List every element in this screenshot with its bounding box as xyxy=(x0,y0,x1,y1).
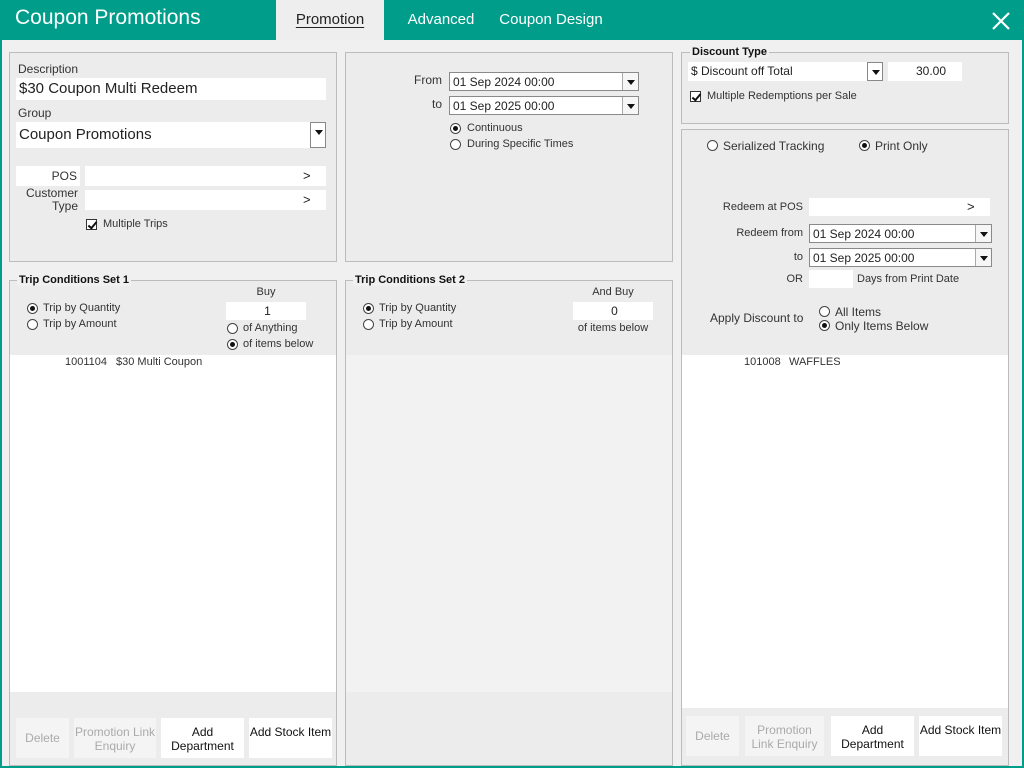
close-icon[interactable] xyxy=(990,10,1012,32)
to-label: to xyxy=(431,97,442,111)
delete-button[interactable]: Delete xyxy=(686,716,739,756)
specific-times-radio[interactable] xyxy=(450,139,461,150)
customer-type-label: Customer Type xyxy=(25,186,78,213)
or-label: OR xyxy=(786,273,804,285)
description-label: Description xyxy=(18,62,79,76)
multiple-redemptions-checkbox[interactable] xyxy=(690,91,701,102)
pos-selector[interactable]: > xyxy=(85,166,326,186)
item-name: $30 Multi Coupon xyxy=(116,356,203,368)
description-input[interactable]: $30 Coupon Multi Redeem xyxy=(16,78,326,100)
add-department-button[interactable]: Add Department xyxy=(161,718,244,758)
serialized-tracking-radio[interactable] xyxy=(707,140,718,151)
trip-conditions-2-title: Trip Conditions Set 2 xyxy=(353,274,468,286)
list-item[interactable]: 1001104 $30 Multi Coupon xyxy=(10,355,336,371)
chevron-down-icon[interactable] xyxy=(310,122,326,148)
days-input[interactable] xyxy=(809,270,853,288)
discount-amount-input[interactable]: 30.00 xyxy=(888,62,962,81)
redeem-from-label: Redeem from xyxy=(736,227,803,239)
chevron-down-icon[interactable] xyxy=(975,225,991,242)
from-date-value: 01 Sep 2024 00:00 xyxy=(453,75,555,89)
redeem-pos-label: Redeem at POS xyxy=(722,201,803,213)
group-select[interactable]: Coupon Promotions xyxy=(16,122,326,148)
arrow-right-icon[interactable]: > xyxy=(303,166,311,186)
multiple-redemptions-label: Multiple Redemptions per Sale xyxy=(707,90,857,102)
trip-by-amount-radio[interactable] xyxy=(363,319,374,330)
print-only-label: Print Only xyxy=(875,139,928,153)
item-name: WAFFLES xyxy=(789,356,841,368)
trip-by-quantity-radio[interactable] xyxy=(27,303,38,314)
buy-label: Buy xyxy=(256,286,276,298)
of-items-below-label: of items below xyxy=(243,338,314,350)
add-stock-item-button[interactable]: Add Stock Item xyxy=(919,716,1002,756)
chevron-down-icon[interactable] xyxy=(622,73,638,90)
and-buy-label: And Buy xyxy=(592,286,634,298)
discount-type-title: Discount Type xyxy=(690,46,769,58)
all-items-label: All Items xyxy=(835,305,882,319)
delete-button[interactable]: Delete xyxy=(16,718,69,758)
specific-times-label: During Specific Times xyxy=(467,138,574,150)
only-items-below-radio[interactable] xyxy=(819,320,830,331)
from-label: From xyxy=(414,73,442,87)
redeem-pos-selector[interactable]: > xyxy=(809,198,990,216)
of-anything-radio[interactable] xyxy=(227,323,238,334)
apply-discount-label: Apply Discount to xyxy=(710,311,804,325)
redeem-items-list[interactable]: 101008 WAFFLES xyxy=(682,355,1008,708)
multiple-trips-checkbox[interactable] xyxy=(86,219,97,230)
redeem-from-value: 01 Sep 2024 00:00 xyxy=(813,227,915,241)
serialized-tracking-label: Serialized Tracking xyxy=(723,139,825,153)
add-department-button[interactable]: Add Department xyxy=(831,716,914,756)
trip-by-quantity-label: Trip by Quantity xyxy=(43,302,121,314)
chevron-down-icon[interactable] xyxy=(975,249,991,266)
arrow-right-icon[interactable]: > xyxy=(967,198,975,216)
trip-conditions-1-title: Trip Conditions Set 1 xyxy=(17,274,132,286)
group-label: Group xyxy=(18,106,52,120)
multiple-trips-label: Multiple Trips xyxy=(103,218,168,230)
pos-label-box: POS xyxy=(16,166,80,186)
and-buy-quantity-input[interactable]: 0 xyxy=(573,302,653,320)
discount-type-select[interactable]: $ Discount off Total xyxy=(688,62,883,81)
print-only-radio[interactable] xyxy=(859,140,870,151)
chevron-down-icon[interactable] xyxy=(867,62,883,81)
promotion-link-enquiry-button[interactable]: Promotion Link Enquiry xyxy=(74,718,156,758)
trip-by-amount-label: Trip by Amount xyxy=(379,318,453,330)
only-items-below-label: Only Items Below xyxy=(835,319,929,333)
arrow-right-icon[interactable]: > xyxy=(303,190,311,210)
days-label: Days from Print Date xyxy=(857,273,960,285)
buy-quantity-input[interactable]: 1 xyxy=(226,302,306,320)
to-date-select[interactable]: 01 Sep 2025 00:00 xyxy=(449,96,639,115)
continuous-label: Continuous xyxy=(467,122,523,134)
to-date-value: 01 Sep 2025 00:00 xyxy=(453,99,555,113)
add-stock-item-button[interactable]: Add Stock Item xyxy=(249,718,332,758)
from-date-select[interactable]: 01 Sep 2024 00:00 xyxy=(449,72,639,91)
trip-by-quantity-label: Trip by Quantity xyxy=(379,302,457,314)
of-items-below-radio[interactable] xyxy=(227,339,238,350)
of-items-below-label: of items below xyxy=(577,322,649,334)
trip-1-items-list[interactable]: 1001104 $30 Multi Coupon xyxy=(10,355,336,692)
list-item[interactable]: 101008 WAFFLES xyxy=(682,355,1008,371)
trip-2-items-list[interactable] xyxy=(346,355,672,692)
group-value: Coupon Promotions xyxy=(19,126,152,143)
redeem-to-label: to xyxy=(793,251,803,263)
tab-coupon-design[interactable]: Coupon Design xyxy=(492,0,610,40)
trip-by-amount-radio[interactable] xyxy=(27,319,38,330)
window-title: Coupon Promotions xyxy=(15,6,201,29)
item-code: 101008 xyxy=(744,356,781,368)
redeem-to-value: 01 Sep 2025 00:00 xyxy=(813,251,915,265)
continuous-radio[interactable] xyxy=(450,123,461,134)
customer-type-selector[interactable]: > xyxy=(85,190,326,210)
trip-by-quantity-radio[interactable] xyxy=(363,303,374,314)
of-anything-label: of Anything xyxy=(243,322,298,334)
chevron-down-icon[interactable] xyxy=(622,97,638,114)
redeem-from-select[interactable]: 01 Sep 2024 00:00 xyxy=(809,224,992,243)
pos-label: POS xyxy=(51,169,77,183)
discount-type-value: $ Discount off Total xyxy=(691,64,793,78)
redeem-to-select[interactable]: 01 Sep 2025 00:00 xyxy=(809,248,992,267)
all-items-radio[interactable] xyxy=(819,306,830,317)
trip-by-amount-label: Trip by Amount xyxy=(43,318,117,330)
item-code: 1001104 xyxy=(65,356,108,368)
promotion-link-enquiry-button[interactable]: Promotion Link Enquiry xyxy=(745,716,824,756)
tab-advanced[interactable]: Advanced xyxy=(400,0,482,40)
tab-promotion[interactable]: Promotion xyxy=(276,0,384,40)
